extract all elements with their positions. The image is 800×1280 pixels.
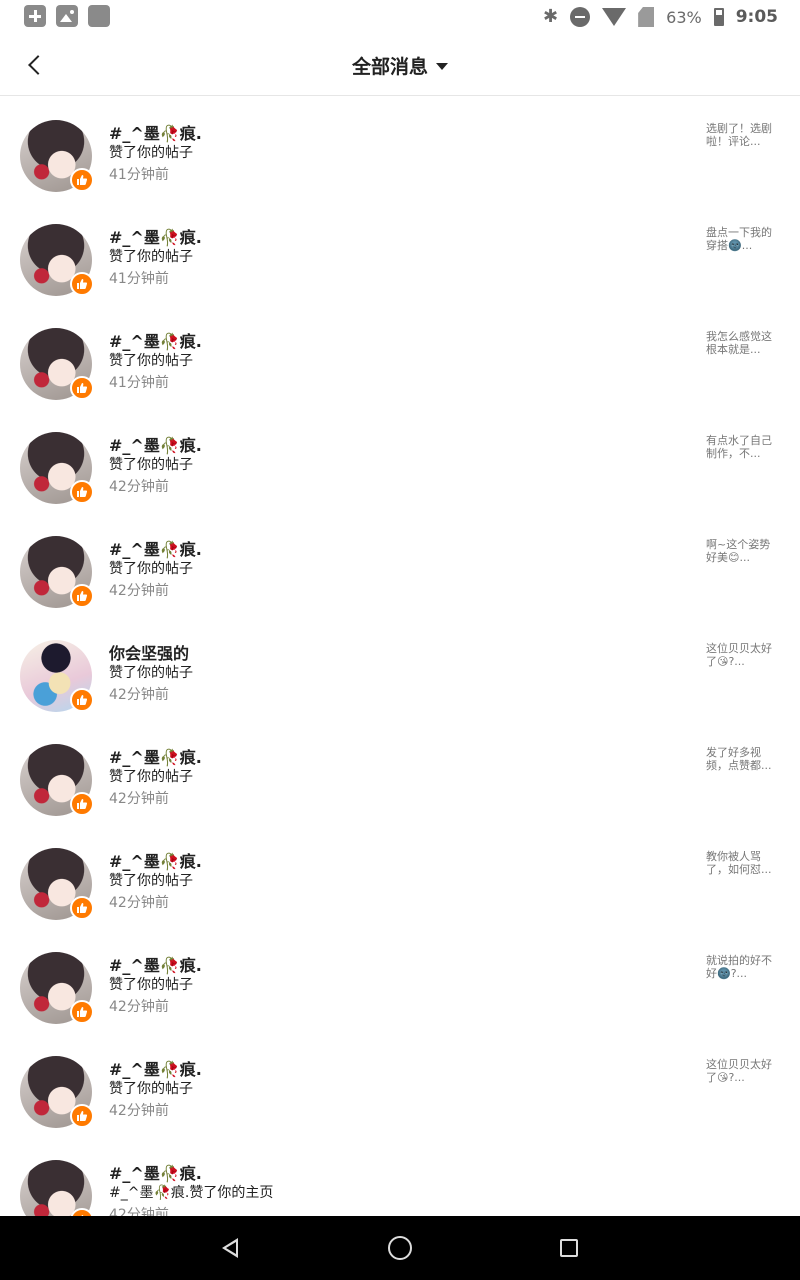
notification-time: 42分钟前 bbox=[109, 791, 169, 807]
thumbs-up-icon bbox=[70, 272, 94, 296]
notification-time: 42分钟前 bbox=[109, 1103, 169, 1119]
avatar[interactable] bbox=[20, 328, 94, 400]
notification-time: 42分钟前 bbox=[109, 895, 169, 911]
post-preview[interactable]: 就说拍的好不好🌚?... bbox=[706, 954, 780, 980]
image-icon bbox=[56, 5, 78, 27]
user-name[interactable]: #_^墨🥀痕. bbox=[109, 432, 202, 456]
notification-action: 赞了你的帖子 bbox=[109, 665, 193, 681]
notification-action: #_^墨🥀痕.赞了你的主页 bbox=[109, 1185, 274, 1201]
navigation-bar bbox=[0, 1216, 800, 1280]
list-item[interactable]: #_^墨🥀痕. 赞了你的帖子 42分钟前 发了好多视频，点赞都... bbox=[0, 720, 800, 824]
nav-back-icon[interactable] bbox=[218, 1236, 242, 1260]
user-name[interactable]: #_^墨🥀痕. bbox=[109, 952, 202, 976]
thumbs-up-icon bbox=[70, 376, 94, 400]
nav-recents-icon[interactable] bbox=[560, 1239, 578, 1257]
user-name[interactable]: #_^墨🥀痕. bbox=[109, 1056, 202, 1080]
post-preview[interactable]: 盘点一下我的穿搭🌚... bbox=[706, 226, 780, 252]
list-item[interactable]: #_^墨🥀痕. 赞了你的帖子 42分钟前 就说拍的好不好🌚?... bbox=[0, 928, 800, 1032]
header: 全部消息 bbox=[0, 34, 800, 96]
avatar[interactable] bbox=[20, 432, 94, 504]
user-name[interactable]: #_^墨🥀痕. bbox=[109, 744, 202, 768]
notification-time: 42分钟前 bbox=[109, 999, 169, 1015]
avatar[interactable] bbox=[20, 744, 94, 816]
clock: 9:05 bbox=[735, 7, 778, 27]
page-title: 全部消息 bbox=[351, 55, 428, 78]
post-preview[interactable]: 选剧了！选剧啦！评论... bbox=[706, 122, 780, 148]
avatar[interactable] bbox=[20, 640, 94, 712]
thumbs-up-icon bbox=[70, 896, 94, 920]
status-bar: ✱ 63% 9:05 bbox=[0, 0, 800, 34]
user-name[interactable]: 你会坚强的 bbox=[109, 640, 189, 664]
user-name[interactable]: #_^墨🥀痕. bbox=[109, 536, 202, 560]
battery-percent: 63% bbox=[666, 7, 702, 27]
post-preview[interactable]: 这位贝贝太好了😘?... bbox=[706, 642, 780, 668]
caret-down-icon bbox=[436, 62, 448, 70]
list-item[interactable]: #_^墨🥀痕. 赞了你的帖子 41分钟前 我怎么感觉这根本就是... bbox=[0, 304, 800, 408]
notification-action: 赞了你的帖子 bbox=[109, 977, 193, 993]
thumbs-up-icon bbox=[70, 480, 94, 504]
list-item[interactable]: #_^墨🥀痕. 赞了你的帖子 42分钟前 啊~这个姿势好美😊... bbox=[0, 512, 800, 616]
status-right-icons: ✱ 63% 9:05 bbox=[543, 4, 778, 30]
list-item[interactable]: #_^墨🥀痕. 赞了你的帖子 42分钟前 有点水了自己制作，不... bbox=[0, 408, 800, 512]
list-item[interactable]: #_^墨🥀痕. #_^墨🥀痕.赞了你的主页 42分钟前 bbox=[0, 1136, 800, 1216]
thumbs-up-icon bbox=[70, 792, 94, 816]
notification-time: 41分钟前 bbox=[109, 271, 169, 287]
thumbs-up-icon bbox=[70, 584, 94, 608]
post-preview[interactable]: 有点水了自己制作，不... bbox=[706, 434, 780, 460]
post-preview[interactable]: 发了好多视频，点赞都... bbox=[706, 746, 780, 772]
notification-list[interactable]: #_^墨🥀痕. 赞了你的帖子 41分钟前 选剧了！选剧啦！评论... #_^墨🥀痕. 赞了… bbox=[0, 96, 800, 1216]
post-preview[interactable]: 这位贝贝太好了😘?... bbox=[706, 1058, 780, 1084]
thumbs-up-icon bbox=[70, 168, 94, 192]
add-icon bbox=[24, 5, 46, 27]
notification-time: 41分钟前 bbox=[109, 167, 169, 183]
list-item[interactable]: #_^墨🥀痕. 赞了你的帖子 42分钟前 这位贝贝太好了😘?... bbox=[0, 1032, 800, 1136]
user-name[interactable]: #_^墨🥀痕. bbox=[109, 1160, 202, 1184]
notification-action: 赞了你的帖子 bbox=[109, 769, 193, 785]
notification-action: 赞了你的帖子 bbox=[109, 561, 193, 577]
notification-time: 42分钟前 bbox=[109, 1207, 169, 1216]
avatar[interactable] bbox=[20, 1160, 94, 1216]
user-name[interactable]: #_^墨🥀痕. bbox=[109, 224, 202, 248]
list-item[interactable]: #_^墨🥀痕. 赞了你的帖子 41分钟前 盘点一下我的穿搭🌚... bbox=[0, 200, 800, 304]
list-item[interactable]: #_^墨🥀痕. 赞了你的帖子 42分钟前 教你被人骂了，如何怼... bbox=[0, 824, 800, 928]
thumbs-up-icon bbox=[70, 1104, 94, 1128]
thumbs-up-icon bbox=[70, 1000, 94, 1024]
square-app-icon bbox=[88, 5, 110, 27]
notification-action: 赞了你的帖子 bbox=[109, 145, 193, 161]
avatar[interactable] bbox=[20, 536, 94, 608]
user-name[interactable]: #_^墨🥀痕. bbox=[109, 120, 202, 144]
avatar[interactable] bbox=[20, 120, 94, 192]
notification-action: 赞了你的帖子 bbox=[109, 457, 193, 473]
user-name[interactable]: #_^墨🥀痕. bbox=[109, 848, 202, 872]
post-preview[interactable]: 啊~这个姿势好美😊... bbox=[706, 538, 780, 564]
thumbs-up-icon bbox=[70, 688, 94, 712]
avatar[interactable] bbox=[20, 848, 94, 920]
status-left-icons bbox=[24, 5, 110, 27]
notification-time: 42分钟前 bbox=[109, 583, 169, 599]
post-preview[interactable]: 教你被人骂了，如何怼... bbox=[706, 850, 780, 876]
do-not-disturb-icon bbox=[570, 7, 591, 27]
list-item[interactable]: 你会坚强的 赞了你的帖子 42分钟前 这位贝贝太好了😘?... bbox=[0, 616, 800, 720]
avatar[interactable] bbox=[20, 1056, 94, 1128]
wifi-icon bbox=[602, 8, 627, 26]
avatar[interactable] bbox=[20, 952, 94, 1024]
no-sim-icon bbox=[638, 7, 655, 27]
notification-action: 赞了你的帖子 bbox=[109, 249, 193, 265]
notification-time: 41分钟前 bbox=[109, 375, 169, 391]
notification-time: 42分钟前 bbox=[109, 479, 169, 495]
nav-home-icon[interactable] bbox=[388, 1236, 412, 1260]
notification-action: 赞了你的帖子 bbox=[109, 873, 193, 889]
notification-action: 赞了你的帖子 bbox=[109, 1081, 193, 1097]
message-filter-dropdown[interactable]: 全部消息 bbox=[0, 34, 800, 96]
battery-icon bbox=[713, 8, 724, 26]
list-item[interactable]: #_^墨🥀痕. 赞了你的帖子 41分钟前 选剧了！选剧啦！评论... bbox=[0, 96, 800, 200]
bluetooth-icon: ✱ bbox=[543, 6, 559, 27]
post-preview[interactable]: 我怎么感觉这根本就是... bbox=[706, 330, 780, 356]
avatar[interactable] bbox=[20, 224, 94, 296]
notification-time: 42分钟前 bbox=[109, 687, 169, 703]
user-name[interactable]: #_^墨🥀痕. bbox=[109, 328, 202, 352]
notification-action: 赞了你的帖子 bbox=[109, 353, 193, 369]
